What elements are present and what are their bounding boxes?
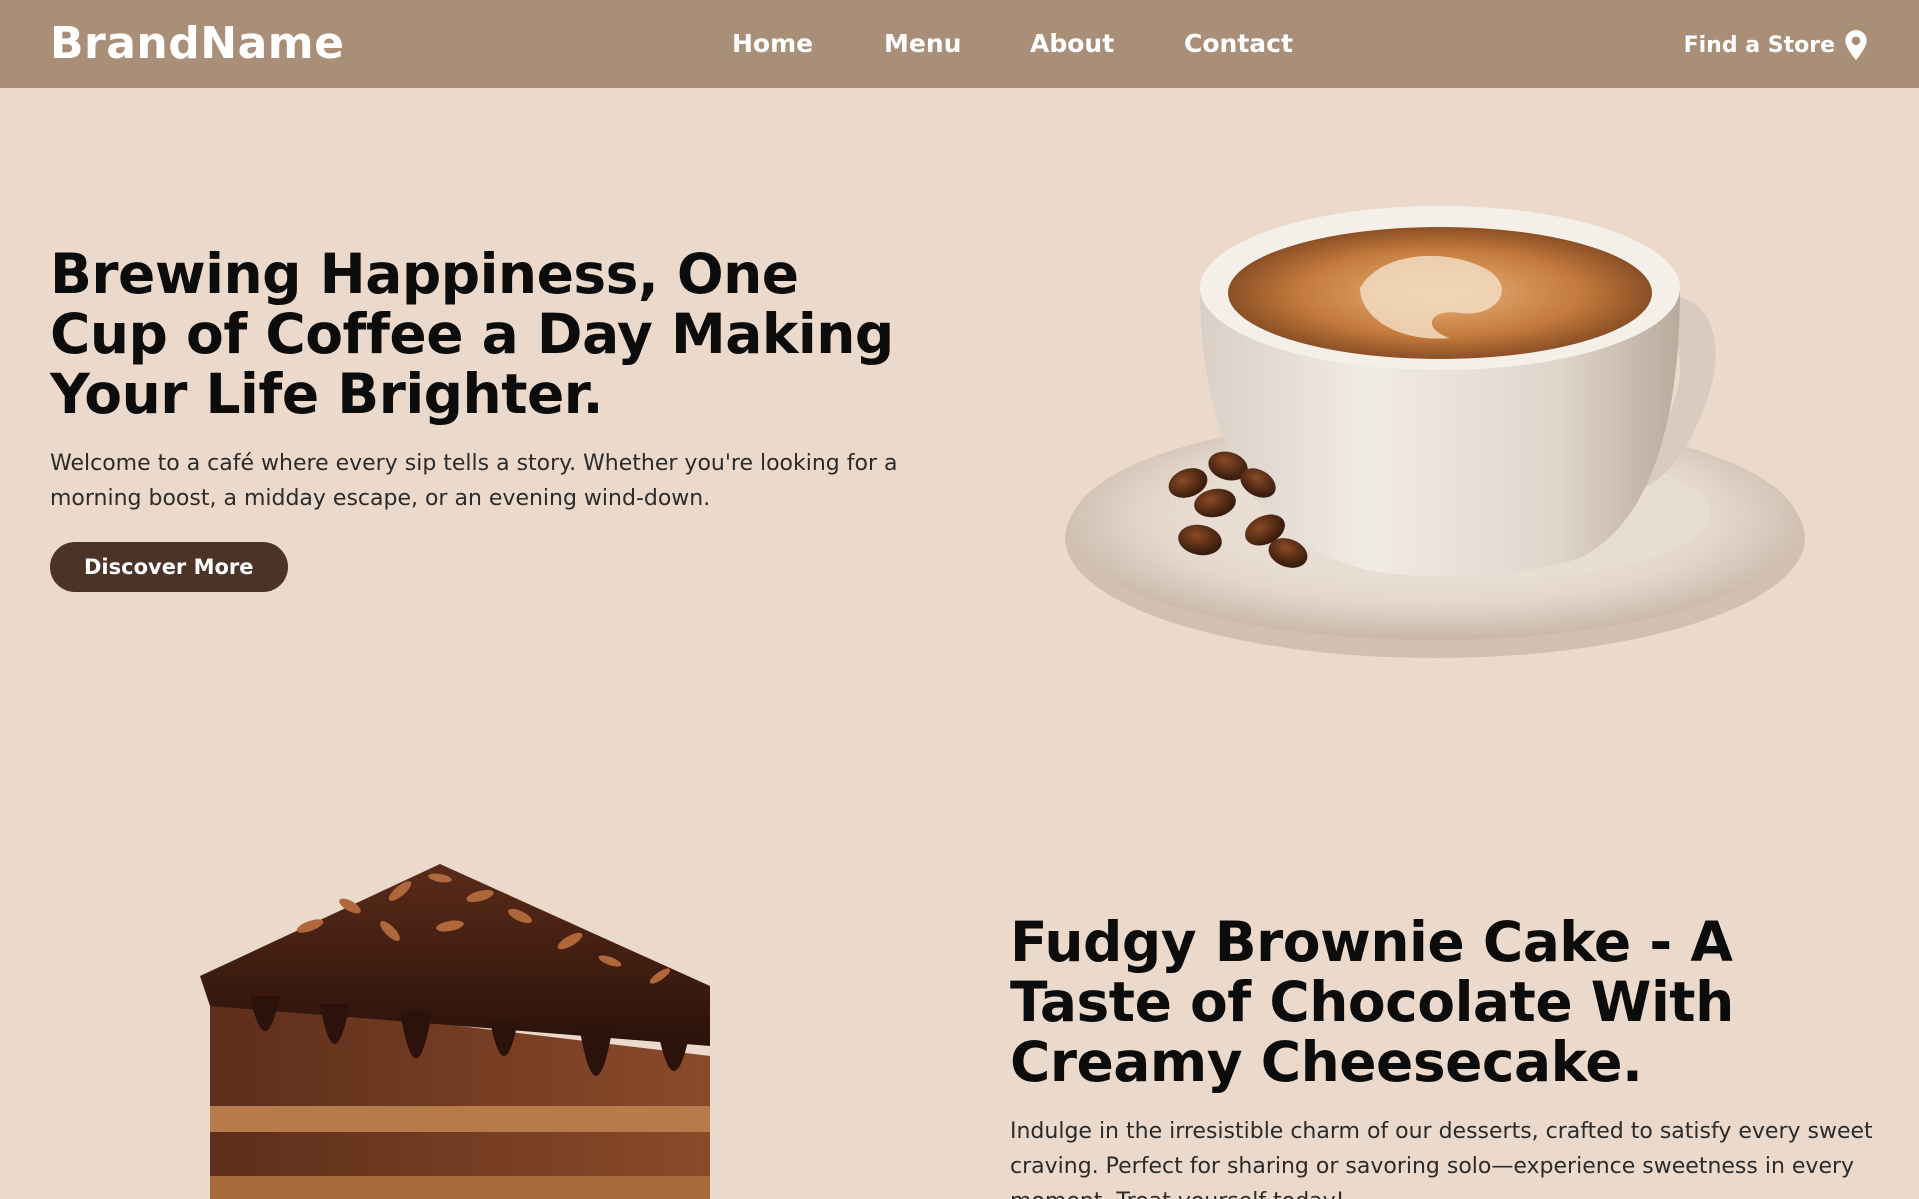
map-pin-icon [1845,30,1867,60]
find-store-label: Find a Store [1683,32,1835,58]
brand-logo[interactable]: BrandName [50,18,344,70]
nav-link-contact[interactable]: Contact [1184,28,1293,60]
feature-title: Fudgy Brownie Cake - A Taste of Chocolat… [1010,910,1734,1094]
find-store-link[interactable]: Find a Store [1684,28,1869,62]
hero-text: Brewing Happiness, One Cup of Coffee a D… [50,244,930,592]
hero-section: Brewing Happiness, One Cup of Coffee a D… [0,88,1919,728]
discover-more-button[interactable]: Discover More [50,542,288,592]
nav-link-menu[interactable]: Menu [884,28,961,60]
hero-description: Welcome to a café where every sip tells … [50,451,898,511]
feature-section: Fudgy Brownie Cake - A Taste of Chocolat… [0,728,1919,1199]
nav-link-about[interactable]: About [1030,28,1114,60]
page: BrandName Home Menu About Contact Find a… [0,0,1919,1199]
feature-description: Indulge in the irresistible charm of our… [1010,1119,1873,1199]
top-nav: BrandName Home Menu About Contact Find a… [0,0,1919,88]
hero-title: Brewing Happiness, One Cup of Coffee a D… [50,242,894,426]
brownie-cake-image [200,864,710,1199]
coffee-cup-image [1065,206,1805,658]
nav-link-home[interactable]: Home [732,28,813,60]
feature-text: Fudgy Brownie Cake - A Taste of Chocolat… [1010,912,1890,1199]
